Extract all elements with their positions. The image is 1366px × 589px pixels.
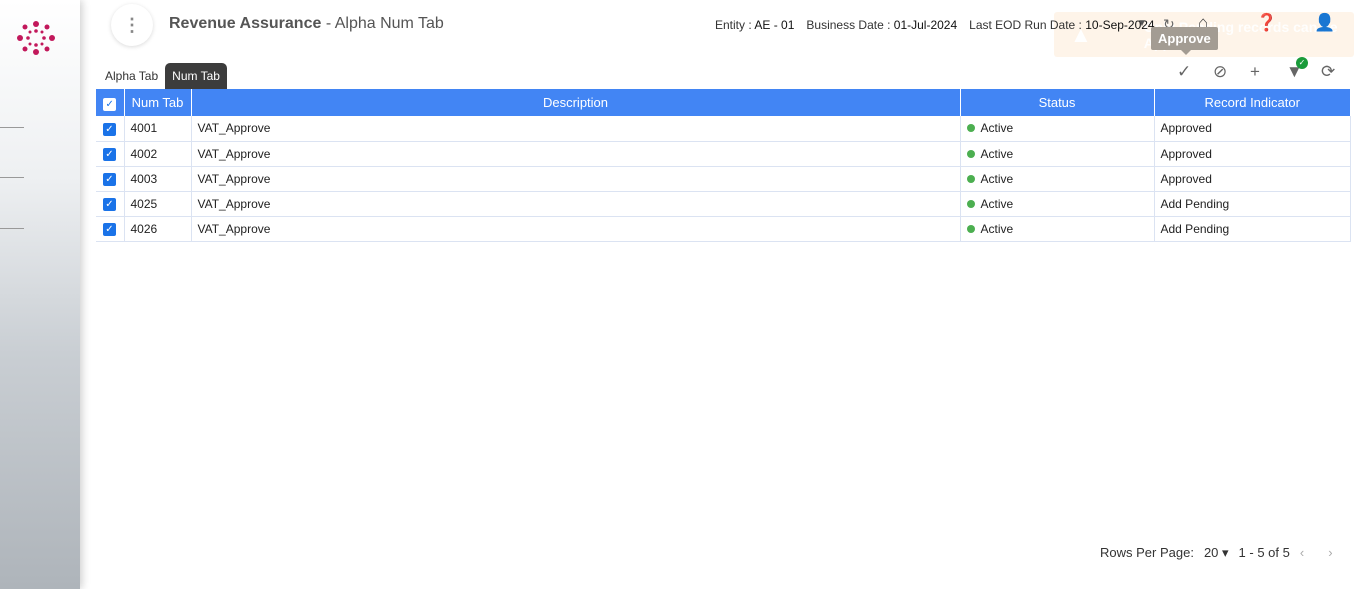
col-num-tab[interactable]: Num Tab	[124, 89, 192, 116]
cell-description: VAT_Approve	[191, 116, 961, 142]
cell-record-indicator: Approved	[1154, 141, 1351, 167]
next-page-icon[interactable]: ›	[1328, 545, 1332, 561]
col-description[interactable]: Description	[191, 89, 961, 116]
reject-icon[interactable]: ⊘	[1213, 62, 1227, 82]
table-row[interactable]: ✓ 4003 VAT_Approve Active Approved	[96, 166, 1351, 192]
approve-icon[interactable]: ✓	[1177, 62, 1191, 82]
status-dot-icon	[966, 224, 975, 233]
row-checkbox[interactable]: ✓	[103, 173, 116, 186]
status-dot-icon	[966, 149, 975, 158]
cell-record-indicator: Approved	[1154, 116, 1351, 142]
cell-record-indicator: Add Pending	[1154, 216, 1351, 242]
cell-status: Active	[960, 141, 1155, 167]
row-checkbox[interactable]: ✓	[103, 223, 116, 236]
logo-icon	[17, 21, 55, 55]
filter-active-badge-icon: ✓	[1296, 57, 1308, 69]
eod-date-dropdown[interactable]: ▼	[1137, 18, 1147, 29]
reload-icon[interactable]: ⟳	[1321, 62, 1335, 82]
table-row[interactable]: ✓ 4002 VAT_Approve Active Approved	[96, 141, 1351, 167]
add-icon[interactable]: +	[1250, 62, 1260, 82]
context-info: Entity : AE - 01 Business Date : 01-Jul-…	[715, 18, 1155, 32]
page-range: 1 - 5 of 5	[1238, 545, 1290, 560]
select-all-checkbox[interactable]: ✓	[103, 97, 117, 111]
sidebar	[0, 0, 80, 589]
cell-description: VAT_Approve	[191, 141, 961, 167]
tab-alpha[interactable]: Alpha Tab	[98, 63, 165, 89]
cell-num: 4026	[124, 216, 192, 242]
cell-record-indicator: Add Pending	[1154, 191, 1351, 217]
status-dot-icon	[966, 199, 975, 208]
help-icon[interactable]: ❓	[1256, 13, 1277, 33]
cell-description: VAT_Approve	[191, 216, 961, 242]
rows-per-page-label: Rows Per Page:	[1100, 545, 1194, 560]
cell-num: 4001	[124, 116, 192, 142]
row-checkbox[interactable]: ✓	[103, 198, 116, 211]
table-row[interactable]: ✓ 4026 VAT_Approve Active Add Pending	[96, 216, 1351, 242]
data-table: ✓ Num Tab Description Status Record Indi…	[96, 89, 1351, 242]
table-row[interactable]: ✓ 4025 VAT_Approve Active Add Pending	[96, 191, 1351, 217]
cell-num: 4003	[124, 166, 192, 192]
status-dot-icon	[966, 174, 975, 183]
col-status[interactable]: Status	[960, 89, 1155, 116]
menu-button[interactable]: ⋮	[111, 4, 153, 46]
user-icon[interactable]: 👤	[1314, 13, 1335, 33]
cell-num: 4025	[124, 191, 192, 217]
pagination: Rows Per Page: 20 ▾ 1 - 5 of 5 ‹ ›	[1100, 545, 1333, 561]
table-row[interactable]: ✓ 4001 VAT_Approve Active Approved	[96, 116, 1351, 142]
cell-description: VAT_Approve	[191, 166, 961, 192]
cell-status: Active	[960, 116, 1155, 142]
cell-status: Active	[960, 216, 1155, 242]
approve-tooltip: Approve	[1151, 27, 1218, 55]
status-dot-icon	[966, 124, 975, 133]
page-title: Revenue Assurance - Alpha Num Tab	[169, 15, 444, 32]
cell-description: VAT_Approve	[191, 191, 961, 217]
cell-num: 4002	[124, 141, 192, 167]
prev-page-icon[interactable]: ‹	[1300, 545, 1304, 561]
cell-record-indicator: Approved	[1154, 166, 1351, 192]
tab-num[interactable]: Num Tab	[165, 63, 227, 89]
cell-status: Active	[960, 166, 1155, 192]
row-checkbox[interactable]: ✓	[103, 122, 116, 136]
col-record-indicator[interactable]: Record Indicator	[1154, 89, 1351, 116]
cell-status: Active	[960, 191, 1155, 217]
row-checkbox[interactable]: ✓	[103, 148, 116, 161]
rows-per-page-select[interactable]: 20 ▾	[1204, 545, 1229, 561]
